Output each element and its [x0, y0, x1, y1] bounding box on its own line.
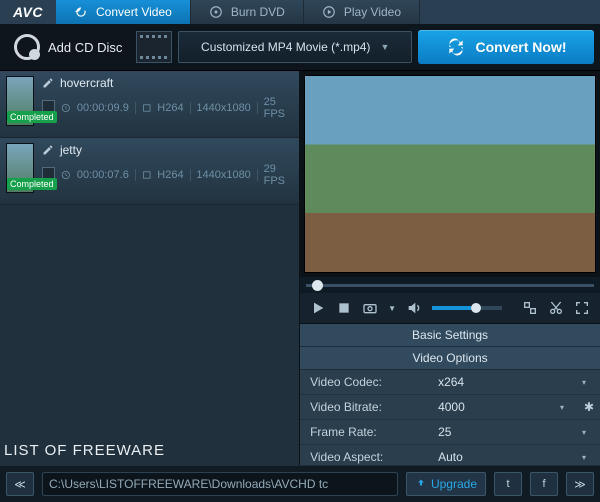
- play-icon[interactable]: [310, 300, 326, 316]
- row-video-bitrate[interactable]: Video Bitrate: 4000 ▾ ✱: [300, 395, 600, 420]
- item-fps: 25 FPS: [264, 96, 293, 120]
- chevron-down-icon[interactable]: ▼: [388, 304, 396, 313]
- row-value: x264: [420, 375, 582, 389]
- clock-icon: [61, 102, 71, 114]
- row-label: Video Aspect:: [300, 450, 420, 464]
- twitter-icon[interactable]: t: [494, 472, 522, 496]
- add-disc-icon: [14, 34, 40, 60]
- tab-play-video[interactable]: Play Video: [304, 0, 420, 24]
- item-fps: 29 FPS: [264, 163, 293, 187]
- thumbnail: Completed: [6, 143, 34, 193]
- format-label: Customized MP4 Movie (*.mp4): [201, 40, 370, 54]
- row-value: 4000: [420, 400, 560, 414]
- film-icon: [142, 102, 152, 114]
- chevron-down-icon[interactable]: ▾: [582, 428, 600, 437]
- list-item[interactable]: Completed hovercraft 00:00:09.9 H264 144…: [0, 71, 299, 138]
- clock-icon: [61, 169, 71, 181]
- status-badge: Completed: [7, 178, 57, 190]
- upgrade-label: Upgrade: [431, 477, 477, 491]
- item-title: jetty: [60, 143, 82, 157]
- upgrade-button[interactable]: Upgrade: [406, 472, 486, 496]
- item-duration: 00:00:07.6: [77, 169, 129, 181]
- section-video-options[interactable]: Video Options: [300, 347, 600, 370]
- section-basic-settings[interactable]: Basic Settings: [300, 324, 600, 347]
- convert-now-button[interactable]: Convert Now!: [418, 30, 594, 64]
- item-title: hovercraft: [60, 76, 113, 90]
- profile-icon-button[interactable]: [136, 31, 172, 63]
- app-logo: AVC: [0, 0, 56, 24]
- row-label: Frame Rate:: [300, 425, 420, 439]
- convert-label: Convert Now!: [476, 39, 567, 55]
- volume-slider[interactable]: [432, 306, 502, 310]
- chevron-down-icon[interactable]: ▾: [582, 453, 600, 462]
- output-path[interactable]: C:\Users\LISTOFFREEWARE\Downloads\AVCHD …: [42, 472, 398, 496]
- row-frame-rate[interactable]: Frame Rate: 25 ▾: [300, 420, 600, 445]
- status-badge: Completed: [7, 111, 57, 123]
- row-video-aspect[interactable]: Video Aspect: Auto ▾: [300, 445, 600, 465]
- format-dropdown[interactable]: Customized MP4 Movie (*.mp4) ▼: [178, 31, 412, 63]
- cut-icon[interactable]: [548, 300, 564, 316]
- row-video-codec[interactable]: Video Codec: x264 ▾: [300, 370, 600, 395]
- pencil-icon[interactable]: [42, 77, 54, 89]
- gear-icon[interactable]: ✱: [578, 400, 600, 414]
- volume-icon[interactable]: [406, 300, 422, 316]
- item-res: 1440x1080: [196, 169, 250, 181]
- row-label: Video Codec:: [300, 375, 420, 389]
- chevron-down-icon: ▼: [380, 42, 389, 52]
- pencil-icon[interactable]: [42, 144, 54, 156]
- disc-icon: [209, 5, 223, 19]
- watermark: LIST OF FREEWARE: [4, 442, 165, 459]
- file-list: Completed hovercraft 00:00:09.9 H264 144…: [0, 71, 300, 465]
- row-label: Video Bitrate:: [300, 400, 420, 414]
- film-icon: [142, 169, 152, 181]
- item-duration: 00:00:09.9: [77, 102, 129, 114]
- sync-icon: [446, 37, 466, 57]
- fullscreen-icon[interactable]: [574, 300, 590, 316]
- facebook-icon[interactable]: f: [530, 472, 558, 496]
- item-res: 1440x1080: [196, 102, 250, 114]
- chevron-down-icon[interactable]: ▾: [582, 378, 600, 387]
- play-circle-icon: [322, 5, 336, 19]
- next-button[interactable]: ≫: [566, 472, 594, 496]
- tab-burn-dvd[interactable]: Burn DVD: [191, 0, 304, 24]
- add-cd-label: Add CD Disc: [48, 40, 122, 55]
- tab-convert-video[interactable]: Convert Video: [56, 0, 191, 24]
- upload-icon: [415, 478, 427, 490]
- tab-label: Burn DVD: [231, 5, 285, 19]
- prev-button[interactable]: ≪: [6, 472, 34, 496]
- video-preview: [304, 75, 596, 273]
- list-item[interactable]: Completed jetty 00:00:07.6 H264 1440x108…: [0, 138, 299, 205]
- snapshot-icon[interactable]: [362, 300, 378, 316]
- crop-icon[interactable]: [522, 300, 538, 316]
- settings-panel: Basic Settings Video Options Video Codec…: [300, 323, 600, 465]
- seek-thumb[interactable]: [312, 280, 323, 291]
- item-codec: H264: [157, 102, 183, 114]
- tab-label: Play Video: [344, 5, 401, 19]
- refresh-icon: [74, 5, 88, 19]
- row-value: Auto: [420, 450, 582, 464]
- row-value: 25: [420, 425, 582, 439]
- seek-bar[interactable]: [300, 277, 600, 293]
- add-cd-button[interactable]: Add CD Disc: [6, 30, 130, 64]
- item-codec: H264: [157, 169, 183, 181]
- stop-icon[interactable]: [336, 300, 352, 316]
- tab-label: Convert Video: [96, 5, 172, 19]
- chevron-down-icon[interactable]: ▾: [560, 403, 578, 412]
- thumbnail: Completed: [6, 76, 34, 126]
